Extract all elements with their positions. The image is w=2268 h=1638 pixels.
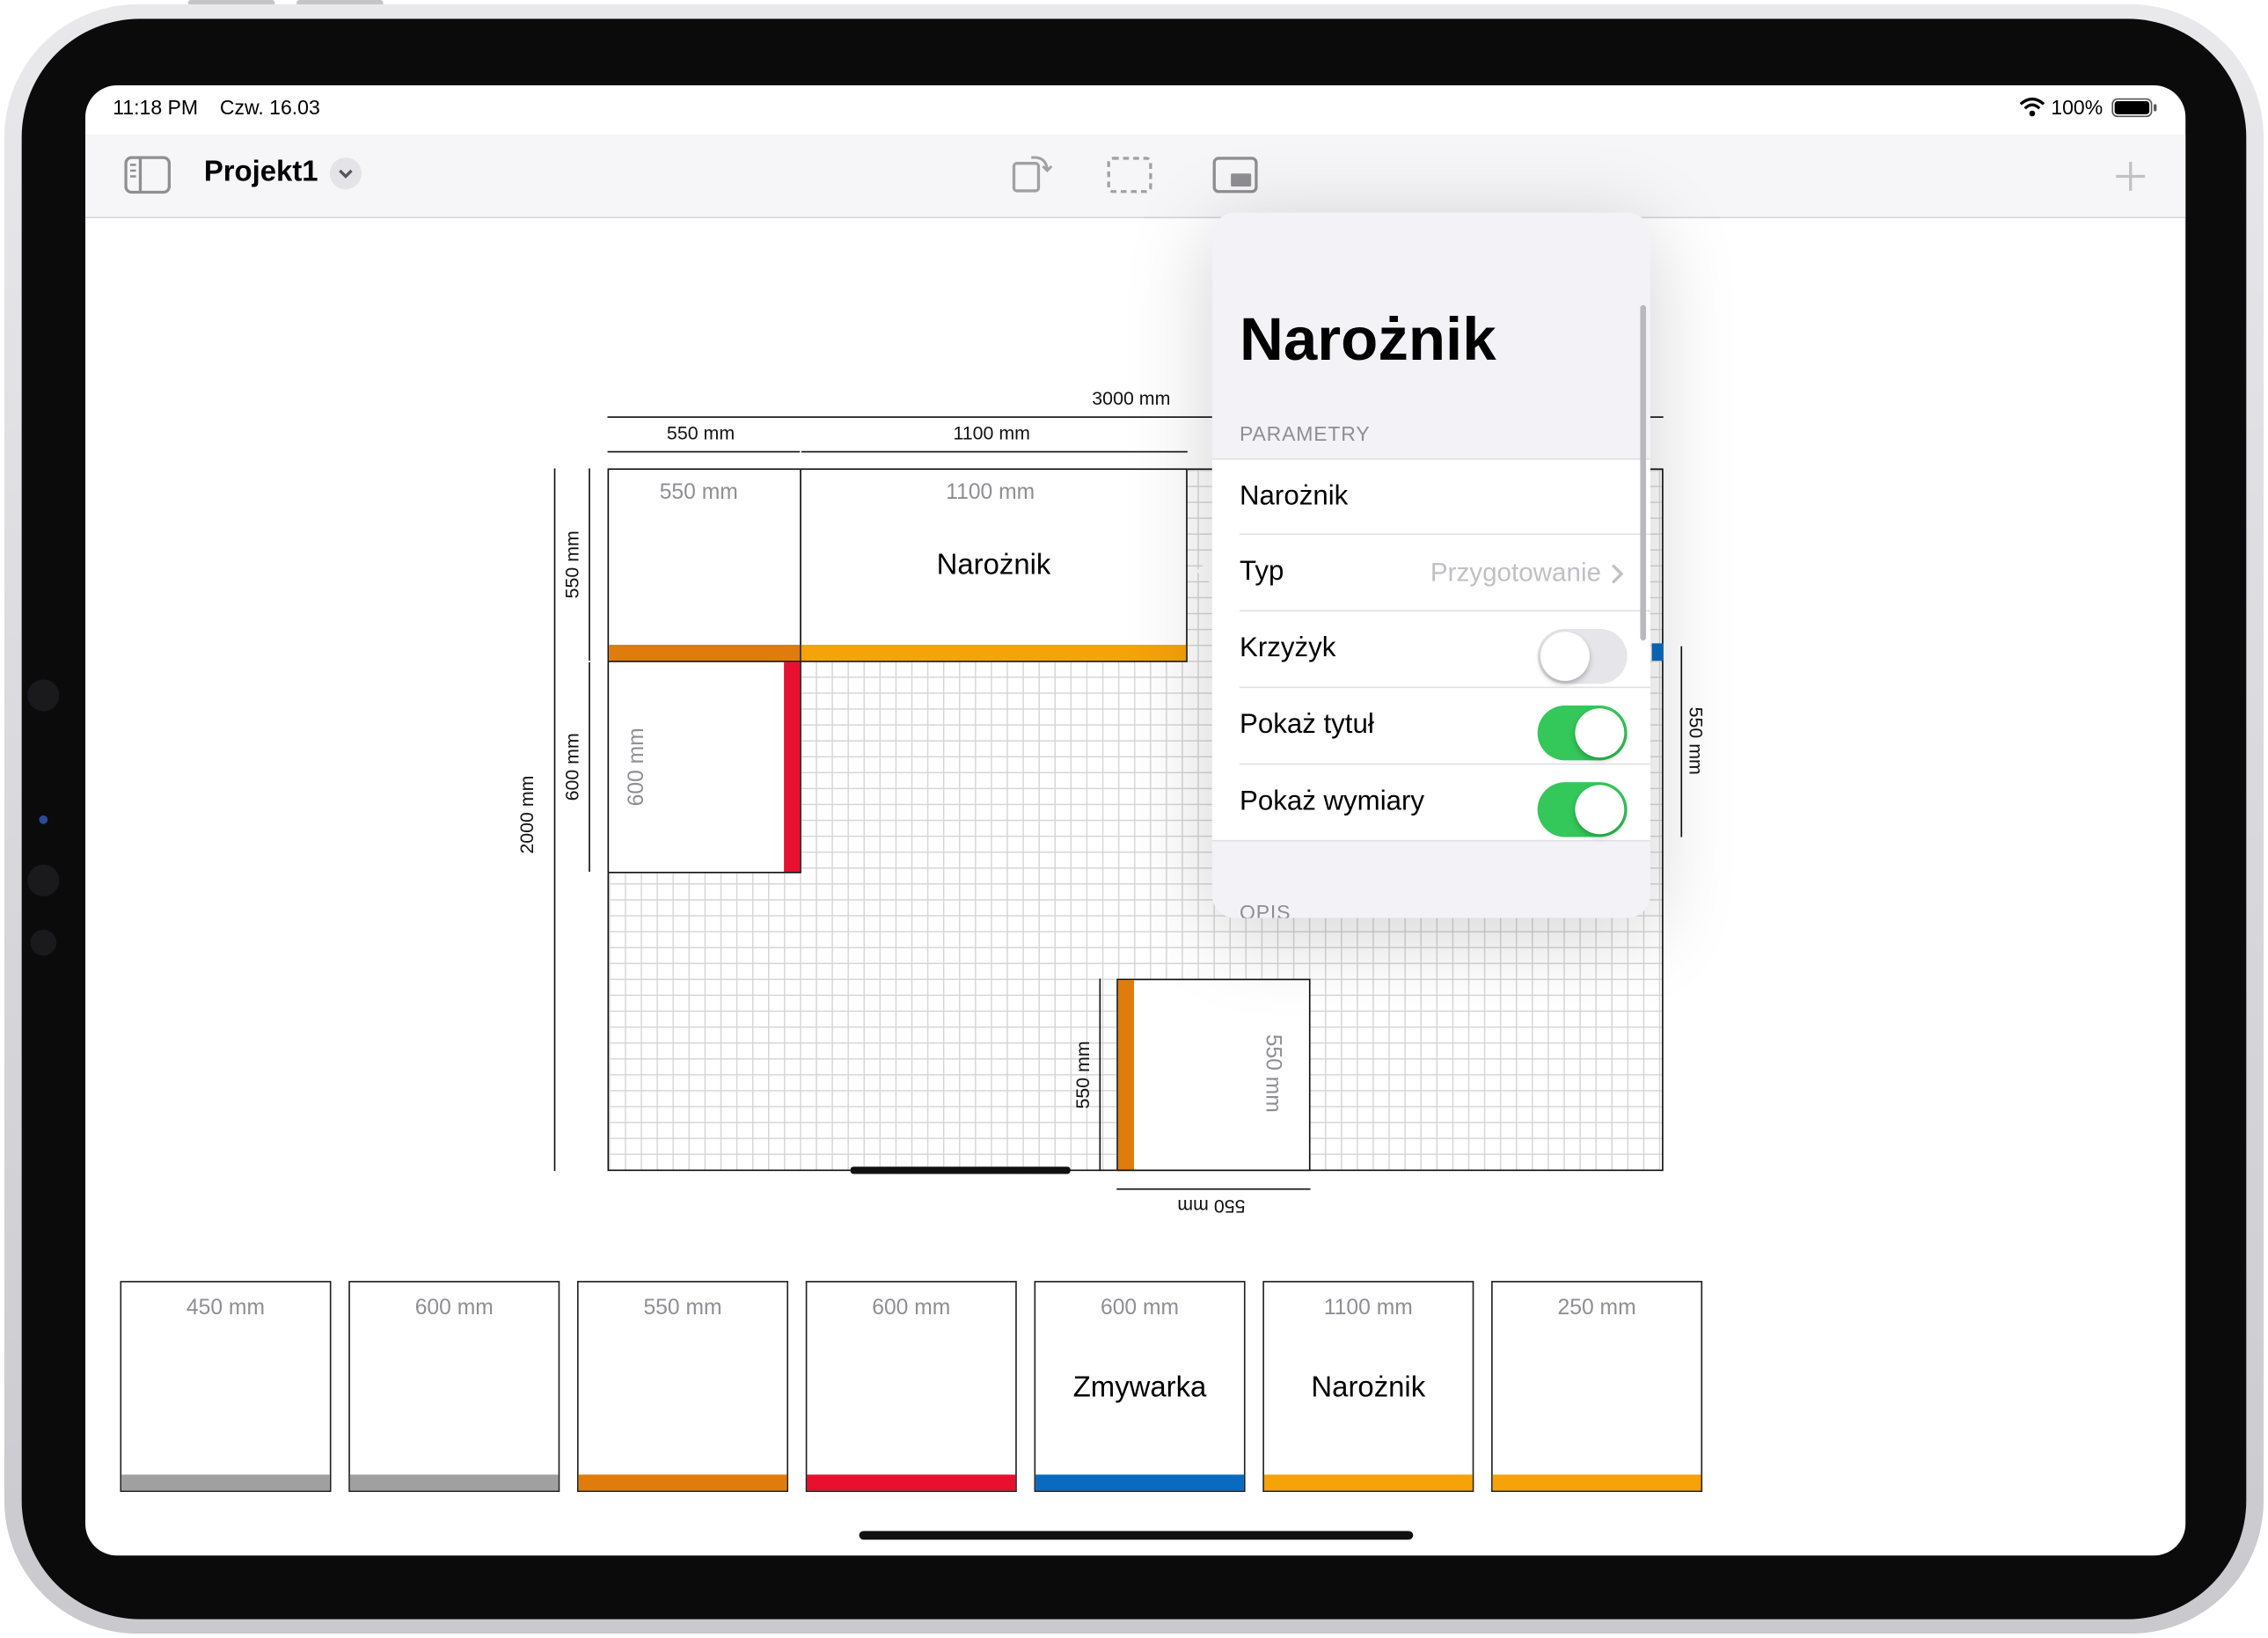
cabinet[interactable]: 600 mm [607,661,801,874]
library-item[interactable]: 550 mm [576,1281,789,1492]
library-item-size: 600 mm [414,1295,494,1320]
cabinet-front-bar [1117,980,1134,1170]
library-item-name: Narożnik [1311,1371,1426,1404]
rotate-icon[interactable] [1011,152,1054,195]
cabinet-width-label: 600 mm [624,728,649,807]
light-sensor-icon [39,815,48,824]
type-label: Typ [1239,556,1284,588]
library-item[interactable]: 450 mm [120,1281,332,1492]
cabinet-front-bar [609,644,801,662]
show-dimensions-row: Pokaż wymiary [1211,764,1650,842]
view-mode-icon[interactable] [1212,156,1259,194]
dim-top-right: 1100 mm [953,421,1030,444]
library-item-bar [349,1474,559,1491]
dim-top-left: 550 mm [666,421,735,444]
dimension-line [1099,978,1101,1172]
dimension-line [607,450,801,453]
cabinet[interactable]: 550 mm [607,468,801,662]
show-dimensions-label: Pokaż wymiary [1239,786,1425,817]
cross-label: Krzyżyk [1239,633,1336,664]
name-row[interactable]: Narożnik [1211,457,1650,536]
sensor-icon [30,929,57,956]
popover-title: Narożnik [1239,304,1496,373]
cabinet-width-label: 1100 mm [946,479,1035,505]
cabinet-width-label: 550 mm [659,479,738,505]
cabinet-name: Narożnik [936,549,1051,581]
show-title-toggle[interactable] [1537,705,1628,761]
project-title[interactable]: Projekt1 [204,156,318,189]
chevron-right-icon [1612,564,1624,584]
status-date: Czw. 16.03 [219,95,320,119]
cabinet-selected[interactable]: 1100 mm Narożnik [800,468,1188,662]
dimension-line [1116,1188,1311,1190]
sidebar-icon[interactable] [124,156,172,194]
status-time: 11:18 PM [113,95,199,119]
library-item-size: 550 mm [643,1295,722,1320]
library-item-size: 600 mm [1101,1295,1180,1320]
show-title-row: Pokaż tytuł [1211,688,1650,765]
wifi-icon [2019,97,2045,117]
dim-right: 550 mm [1685,706,1708,775]
library-item[interactable]: 600 mm Zmywarka [1034,1281,1246,1492]
navigation-bar: Projekt1 [85,134,2186,219]
library-item-bar [121,1474,330,1491]
sensor-icon [27,864,60,896]
library-item-bar [1035,1474,1244,1491]
library-item-size: 600 mm [872,1295,951,1320]
library-item[interactable]: 1100 mm Narożnik [1262,1281,1474,1492]
dim-bottom-cabinet-v: 550 mm [1072,1041,1094,1109]
section-header-params: PARAMETRY [1239,421,1371,446]
dim-bottom-cabinet-h: 550 mm [1177,1196,1246,1218]
library-item[interactable]: 600 mm [805,1281,1017,1492]
dimension-line [801,450,1188,453]
library-item[interactable]: 250 mm [1491,1281,1703,1492]
properties-popover: Narożnik PARAMETRY Narożnik Typ Przygoto… [1211,212,1650,918]
cabinet-width-label: 550 mm [1260,1034,1285,1113]
cabinet[interactable]: 550 mm [1116,978,1311,1172]
library-item-name: Zmywarka [1072,1371,1207,1404]
type-value: Przygotowanie [1430,558,1602,588]
selection-rect-icon[interactable] [1107,156,1153,194]
popover-arrow [1196,556,1214,586]
popover-scrollbar[interactable] [1640,304,1646,641]
dim-left-top: 550 mm [560,530,583,599]
dimension-line [1680,646,1683,837]
show-title-label: Pokaż tytuł [1239,709,1374,741]
dim-total-height: 2000 mm [516,775,538,854]
library-item-size: 450 mm [186,1295,266,1320]
floor-plan-canvas[interactable]: 3000 mm 550 mm 1100 mm 2000 mm 550 mm 60… [85,218,2185,1555]
plus-icon[interactable] [2113,159,2147,194]
camera-icon [27,679,60,712]
dimension-line [553,468,556,1172]
library-item-size: 1100 mm [1323,1295,1413,1320]
dim-total-width: 3000 mm [1092,387,1171,410]
status-bar: 11:18 PM Czw. 16.03 100% [85,85,2185,135]
battery-icon [2111,98,2157,118]
cabinet-front-bar [801,644,1187,662]
cross-toggle[interactable] [1537,628,1628,684]
library-item-size: 250 mm [1557,1295,1636,1320]
show-dimensions-toggle[interactable] [1537,782,1628,837]
cross-row: Krzyżyk [1211,611,1650,689]
home-indicator[interactable] [859,1531,1414,1540]
dimension-line [589,468,590,662]
dimension-line [589,662,590,872]
type-row[interactable]: Typ Przygotowanie [1211,535,1650,612]
app-screen: 11:18 PM Czw. 16.03 100% Projekt1 3000 m… [85,84,2186,1556]
chevron-down-icon[interactable] [329,157,362,190]
cabinet-front-bar [784,662,801,872]
library-item-bar [1492,1474,1701,1491]
blue-marker [1651,643,1664,662]
library-item-bar [1263,1474,1473,1491]
dim-left-mid: 600 mm [560,733,583,801]
library-item[interactable]: 600 mm [348,1281,560,1492]
door-marker[interactable] [850,1166,1071,1174]
library-item-bar [807,1474,1016,1491]
library-item-bar [578,1474,787,1491]
section-header-desc: OPIS [1239,900,1291,918]
name-value[interactable]: Narożnik [1240,481,1348,513]
battery-percent: 100% [2051,95,2103,119]
